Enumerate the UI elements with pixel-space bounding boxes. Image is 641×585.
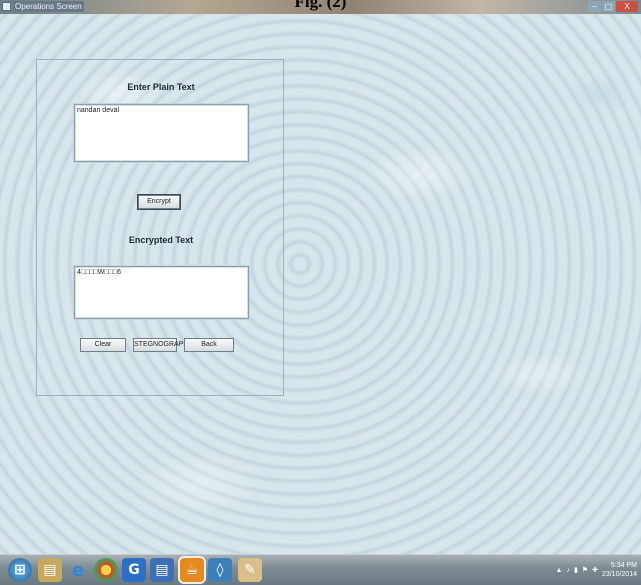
g-app-icon[interactable]: G — [122, 558, 146, 582]
clear-button[interactable]: Clear — [80, 338, 126, 352]
stegnography-button[interactable]: STEGNOGRAPHY — [133, 338, 193, 352]
clock-date: 23/10/2014 — [601, 571, 637, 578]
flag-icon[interactable]: ⚑ — [582, 566, 588, 574]
virtualbox-icon[interactable]: ◊ — [208, 558, 232, 582]
system-clock[interactable]: 5:34 PM 23/10/2014 — [602, 561, 637, 579]
encrypted-text-output[interactable]: 4□□□□W□□□6 — [74, 266, 249, 319]
network-icon[interactable]: ▮ — [574, 566, 578, 574]
window-content-area: Enter Plain Text nandan deval Encrypt En… — [0, 14, 641, 554]
start-orb-icon[interactable]: ⊞ — [8, 558, 32, 582]
java-icon[interactable]: ☕ — [178, 556, 206, 584]
system-tray: ▲ ♪ ▮ ⚑ ✚ 5:34 PM 23/10/2014 — [556, 559, 638, 581]
plain-text-input[interactable]: nandan deval — [74, 104, 249, 162]
notepad-icon[interactable]: ✎ — [238, 558, 262, 582]
shield-icon[interactable]: ✚ — [592, 566, 598, 574]
word-icon[interactable]: ▤ — [150, 558, 174, 582]
encrypt-button[interactable]: Encrypt — [138, 195, 180, 209]
clock-time: 5:34 PM — [610, 562, 637, 569]
encrypted-text-label: Encrypted Text — [128, 235, 194, 245]
volume-icon[interactable]: ♪ — [566, 567, 570, 574]
figure-caption: Fig. (2) — [294, 0, 347, 11]
file-explorer-icon[interactable]: ▤ — [38, 558, 62, 582]
back-button[interactable]: Back — [184, 338, 234, 352]
operations-panel: Enter Plain Text nandan deval Encrypt En… — [36, 59, 284, 396]
chrome-icon[interactable] — [94, 558, 118, 582]
plain-text-label: Enter Plain Text — [127, 82, 195, 92]
taskbar: ⊞ ▤ e G ▤ ☕ ◊ ✎ ▲ ♪ ▮ ⚑ ✚ 5:34 PM 23/10/… — [0, 554, 641, 585]
tray-arrow-icon[interactable]: ▲ — [556, 567, 563, 574]
internet-explorer-icon[interactable]: e — [66, 558, 90, 582]
